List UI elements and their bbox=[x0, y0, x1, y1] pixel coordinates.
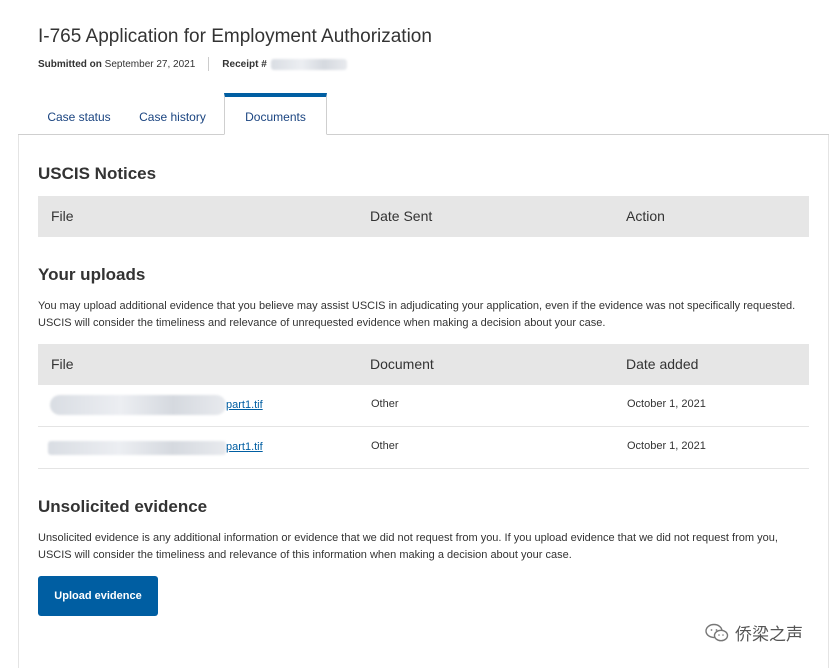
case-header: I-765 Application for Employment Authori… bbox=[38, 26, 432, 71]
uscis-notices-title: USCIS Notices bbox=[38, 164, 157, 183]
page-title: I-765 Application for Employment Authori… bbox=[38, 26, 432, 47]
table-row: part1.tif Other October 1, 2021 bbox=[38, 385, 809, 427]
notices-col-action: Action bbox=[626, 208, 665, 224]
meta-divider bbox=[208, 57, 210, 71]
wechat-logo-icon bbox=[705, 623, 729, 641]
file-name-redacted bbox=[50, 395, 226, 415]
notices-col-date-sent: Date Sent bbox=[370, 208, 433, 224]
file-link[interactable]: part1.tif bbox=[226, 441, 263, 453]
unsolicited-evidence-title: Unsolicited evidence bbox=[38, 497, 208, 516]
upload-evidence-button[interactable]: Upload evidence bbox=[38, 576, 158, 616]
case-meta: Submitted on September 27, 2021 Receipt … bbox=[38, 57, 432, 71]
file-link[interactable]: part1.tif bbox=[226, 399, 263, 411]
document-type: Other bbox=[371, 398, 399, 410]
case-tabs: Case status Case history Documents bbox=[18, 93, 829, 135]
tab-case-history[interactable]: Case history bbox=[135, 93, 210, 135]
submitted-date: September 27, 2021 bbox=[104, 58, 196, 70]
your-uploads-title: Your uploads bbox=[38, 265, 146, 284]
notices-table-header: File Date Sent Action bbox=[38, 196, 809, 237]
document-type: Other bbox=[371, 440, 399, 452]
date-added: October 1, 2021 bbox=[627, 440, 706, 452]
uploads-table-header: File Document Date added bbox=[38, 344, 809, 385]
date-added: October 1, 2021 bbox=[627, 398, 706, 410]
uploads-col-file: File bbox=[51, 356, 74, 372]
watermark: 侨梁之声 bbox=[705, 620, 803, 645]
watermark-text: 侨梁之声 bbox=[735, 625, 803, 644]
submitted-label: Submitted on bbox=[38, 58, 102, 70]
unsolicited-description: Unsolicited evidence is any additional i… bbox=[38, 532, 778, 561]
uploads-col-document: Document bbox=[370, 356, 434, 372]
tab-documents[interactable]: Documents bbox=[224, 93, 327, 135]
table-row: part1.tif Other October 1, 2021 bbox=[38, 427, 809, 469]
file-name-redacted bbox=[48, 441, 226, 455]
notices-col-file: File bbox=[51, 208, 74, 224]
receipt-label: Receipt # bbox=[222, 58, 267, 70]
uploads-description: You may upload additional evidence that … bbox=[38, 300, 796, 329]
tab-case-status[interactable]: Case status bbox=[38, 93, 120, 135]
receipt-number-redacted bbox=[270, 58, 347, 70]
uploads-col-date-added: Date added bbox=[626, 356, 699, 372]
